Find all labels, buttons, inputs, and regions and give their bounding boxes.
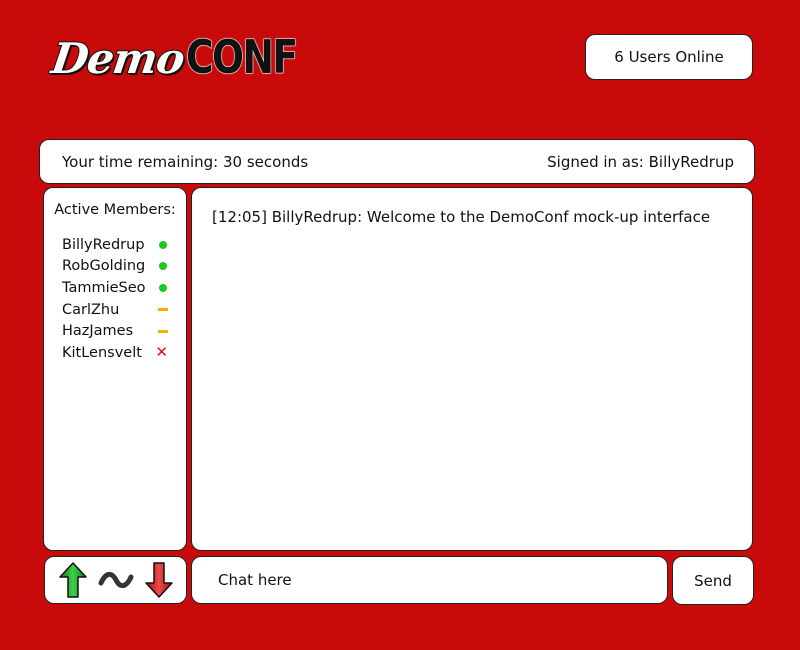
away-status-icon — [158, 329, 168, 333]
members-panel: Active Members: BillyRedrup RobGolding T… — [43, 187, 187, 551]
member-name: HazJames — [62, 323, 134, 340]
users-online-badge: 6 Users Online — [585, 34, 753, 80]
member-name: CarlZhu — [62, 301, 120, 318]
members-title: Active Members: — [54, 202, 176, 218]
away-status-icon — [158, 308, 168, 312]
controls-panel — [44, 556, 187, 604]
member-item[interactable]: RobGolding — [44, 256, 186, 278]
member-name: RobGolding — [62, 258, 146, 275]
member-item[interactable]: BillyRedrup — [44, 234, 186, 256]
member-name: BillyRedrup — [62, 236, 145, 253]
tilde-wave-icon[interactable] — [98, 570, 134, 590]
logo-conf-text: CONF — [185, 30, 298, 84]
chat-input[interactable] — [216, 570, 643, 590]
chat-input-box[interactable] — [191, 556, 668, 604]
send-label: Send — [694, 571, 732, 590]
green-up-arrow-icon[interactable] — [58, 562, 87, 598]
offline-status-icon: ✕ — [155, 343, 168, 362]
member-item[interactable]: TammieSeo — [44, 277, 186, 299]
logo-demo-text: Demo — [48, 33, 188, 84]
member-name: TammieSeo — [62, 279, 146, 296]
members-list: BillyRedrup RobGolding TammieSeo CarlZhu… — [44, 234, 186, 364]
member-item[interactable]: KitLensvelt ✕ — [44, 342, 186, 364]
member-name: KitLensvelt — [62, 344, 142, 361]
time-remaining: Your time remaining: 30 seconds — [62, 152, 309, 171]
online-status-icon — [159, 262, 167, 271]
send-button[interactable]: Send — [672, 556, 754, 605]
chat-message: [12:05] BillyRedrup: Welcome to the Demo… — [212, 208, 711, 226]
chat-log: [12:05] BillyRedrup: Welcome to the Demo… — [191, 187, 753, 551]
signed-in-as: Signed in as: BillyRedrup — [547, 152, 734, 171]
status-bar: Your time remaining: 30 seconds Signed i… — [39, 139, 755, 184]
red-down-arrow-icon[interactable] — [144, 562, 173, 598]
logo: Demo CONF — [48, 28, 320, 84]
member-item[interactable]: HazJames — [44, 320, 186, 342]
users-online-label: 6 Users Online — [614, 48, 724, 66]
member-item[interactable]: CarlZhu — [44, 299, 186, 321]
online-status-icon — [159, 283, 167, 292]
online-status-icon — [159, 240, 167, 249]
